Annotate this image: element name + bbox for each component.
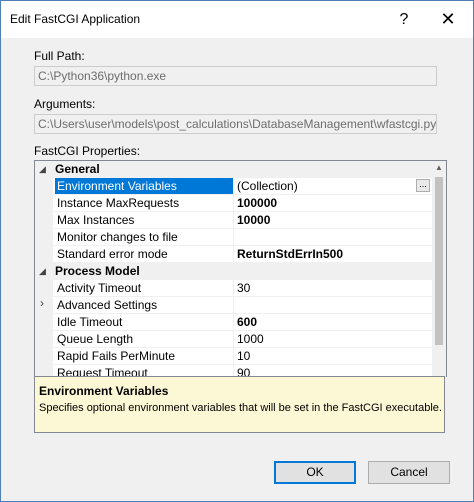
full-path-field: C:\Python36\python.exe xyxy=(34,66,437,86)
property-row-activity-timeout[interactable]: Activity Timeout 30 xyxy=(35,280,432,297)
title-bar: Edit FastCGI Application ? ✕ xyxy=(1,1,473,38)
property-value: 100000 xyxy=(233,195,432,211)
property-row-rapid-fails-perminute[interactable]: Rapid Fails PerMinute 10 xyxy=(35,348,432,365)
ok-button[interactable]: OK xyxy=(274,461,356,484)
property-name: Advanced Settings xyxy=(57,298,158,312)
description-title: Environment Variables xyxy=(39,384,169,398)
property-value: ReturnStdErrIn500 xyxy=(233,246,432,262)
property-name: Monitor changes to file xyxy=(57,230,178,244)
property-grid-scrollbar[interactable]: ▲ xyxy=(432,161,446,377)
collapse-process-model-icon[interactable]: ◢ xyxy=(39,266,46,276)
property-row-instance-maxrequests[interactable]: Instance MaxRequests 100000 xyxy=(35,195,432,212)
dialog-title: Edit FastCGI Application xyxy=(10,12,141,26)
property-description-panel: Environment Variables Specifies optional… xyxy=(34,376,445,433)
property-row-queue-length[interactable]: Queue Length 1000 xyxy=(35,331,432,348)
property-name: Activity Timeout xyxy=(57,281,142,295)
edit-collection-button[interactable]: ... xyxy=(416,179,430,192)
expand-advanced-settings-icon[interactable]: › xyxy=(40,297,44,309)
property-row-standard-error-mode[interactable]: Standard error mode ReturnStdErrIn500 xyxy=(35,246,432,263)
property-row-advanced-settings[interactable]: › Advanced Settings xyxy=(35,297,432,314)
scrollbar-thumb[interactable] xyxy=(435,177,443,345)
arguments-field: C:\Users\user\models\post_calculations\D… xyxy=(34,114,437,134)
property-value: 600 xyxy=(233,314,432,330)
property-name: Instance MaxRequests xyxy=(57,196,180,210)
edit-fastcgi-dialog: Edit FastCGI Application ? ✕ Full Path: … xyxy=(0,0,474,502)
scroll-up-icon[interactable]: ▲ xyxy=(435,163,443,172)
category-process-model-label: Process Model xyxy=(55,264,140,278)
cancel-button[interactable]: Cancel xyxy=(368,461,450,484)
property-value: (Collection) xyxy=(233,178,432,194)
property-value: 30 xyxy=(233,280,432,296)
description-text: Specifies optional environment variables… xyxy=(39,402,442,414)
property-name: Standard error mode xyxy=(57,247,168,261)
property-value: 1000 xyxy=(233,331,432,347)
property-value: 10 xyxy=(233,348,432,364)
category-general[interactable]: ◢ General xyxy=(35,161,432,178)
property-name: Rapid Fails PerMinute xyxy=(57,349,176,363)
category-general-label: General xyxy=(55,162,100,176)
property-name: Max Instances xyxy=(57,213,135,227)
property-row-monitor-changes[interactable]: Monitor changes to file xyxy=(35,229,432,246)
arguments-label: Arguments: xyxy=(34,97,96,111)
property-row-environment-variables[interactable]: Environment Variables (Collection) ... xyxy=(35,178,432,195)
full-path-label: Full Path: xyxy=(34,49,85,63)
property-grid: ◢ General Environment Variables (Collect… xyxy=(34,160,447,377)
property-row-idle-timeout[interactable]: Idle Timeout 600 xyxy=(35,314,432,331)
property-name: Queue Length xyxy=(57,332,134,346)
category-process-model[interactable]: ◢ Process Model xyxy=(35,263,432,280)
property-value: 10000 xyxy=(233,212,432,228)
property-value xyxy=(233,229,432,245)
property-row-max-instances[interactable]: Max Instances 10000 xyxy=(35,212,432,229)
fastcgi-properties-label: FastCGI Properties: xyxy=(34,144,141,158)
property-value xyxy=(233,297,432,313)
property-name: Idle Timeout xyxy=(57,315,123,329)
close-button[interactable]: ✕ xyxy=(431,1,465,38)
collapse-general-icon[interactable]: ◢ xyxy=(39,164,46,174)
help-button[interactable]: ? xyxy=(387,1,421,38)
property-name: Environment Variables xyxy=(55,178,234,194)
